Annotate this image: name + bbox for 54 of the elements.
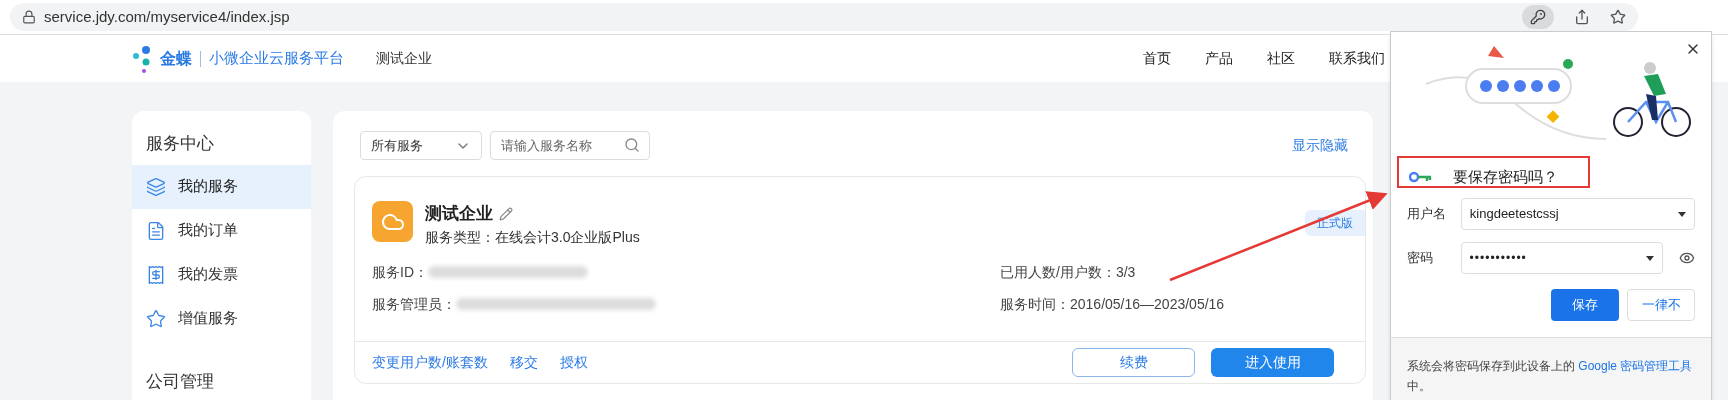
company-name: 测试企业 xyxy=(376,49,432,68)
brand-name: 金蝶 xyxy=(160,48,192,69)
key-icon xyxy=(1409,171,1433,183)
service-filter-select[interactable]: 所有服务 xyxy=(360,131,482,160)
action-link[interactable]: 授权 xyxy=(559,352,588,373)
platform-name: 小微企业云服务平台 xyxy=(209,48,344,69)
sidebar-heading: 公司管理 xyxy=(145,370,215,393)
field-label: 用户名 xyxy=(1407,205,1447,224)
action-link[interactable]: 变更用户数/账套数 xyxy=(372,352,488,373)
action-link[interactable]: 移交 xyxy=(509,352,538,373)
field-label: 密码 xyxy=(1407,249,1434,268)
service-logo-icon xyxy=(372,201,413,242)
dropdown-caret-icon xyxy=(1678,211,1686,217)
search-field[interactable]: 请输入服务名称 xyxy=(490,131,650,160)
key-button[interactable] xyxy=(1522,5,1554,29)
nav-link[interactable]: 联系我们 xyxy=(1329,48,1385,69)
service-name: 测试企业 xyxy=(425,203,493,225)
receipt-icon xyxy=(146,264,166,285)
nav-link[interactable]: 产品 xyxy=(1205,48,1233,69)
url-text: service.jdy.com/myservice4/index.jsp xyxy=(44,6,290,27)
save-button[interactable]: 保存 xyxy=(1551,289,1619,321)
dropdown-caret-icon xyxy=(1646,255,1655,261)
detail-label: 服务管理员： xyxy=(372,294,456,314)
service-type: 服务类型：在线会计3.0企业版Plus xyxy=(425,227,640,247)
bookmark-star-icon[interactable] xyxy=(1610,9,1626,25)
never-button[interactable]: 一律不 xyxy=(1627,289,1695,321)
show-hidden-toggle[interactable]: 显示隐藏 xyxy=(1292,135,1348,156)
enter-button[interactable]: 进入使用 xyxy=(1211,348,1334,377)
renew-button[interactable]: 续费 xyxy=(1072,348,1195,377)
detail-label: 服务ID： xyxy=(372,262,428,282)
sidebar-item[interactable]: 我的发票 xyxy=(132,252,311,297)
edit-pencil-icon[interactable] xyxy=(499,206,513,221)
share-icon[interactable] xyxy=(1574,9,1590,25)
file-icon xyxy=(146,220,166,241)
detail-text: 已用人数/用户数：3/3 xyxy=(1000,262,1137,282)
star-icon xyxy=(146,308,166,329)
detail-text: 服务时间：2016/05/16—2023/05/16 xyxy=(1000,294,1225,314)
key-icon xyxy=(1530,9,1546,25)
sidebar-item[interactable]: 我的订单 xyxy=(132,208,311,253)
popup-title: 要保存密码吗？ xyxy=(1453,166,1558,187)
password-manager-link[interactable]: Google 密码管理工具 xyxy=(1578,359,1693,373)
lock-icon xyxy=(22,10,36,24)
password-field[interactable]: ••••••••••• xyxy=(1460,242,1664,274)
show-password-icon[interactable] xyxy=(1679,250,1695,266)
nav-link[interactable]: 首页 xyxy=(1143,48,1171,69)
sidebar-heading: 服务中心 xyxy=(145,133,215,155)
nav-link[interactable]: 社区 xyxy=(1267,48,1295,69)
username-field[interactable]: kingdeetestcssj xyxy=(1460,198,1695,230)
layers-icon xyxy=(146,176,166,197)
search-icon xyxy=(624,137,640,153)
address-bar[interactable]: service.jdy.com/myservice4/index.jsp xyxy=(10,3,1638,31)
sidebar-item[interactable]: 增值服务 xyxy=(132,296,311,341)
footer-note: 系统会将密码保存到此设备上的 Google 密码管理工具 中。 xyxy=(1407,358,1694,395)
sidebar-item[interactable]: 我的服务 xyxy=(132,164,311,209)
